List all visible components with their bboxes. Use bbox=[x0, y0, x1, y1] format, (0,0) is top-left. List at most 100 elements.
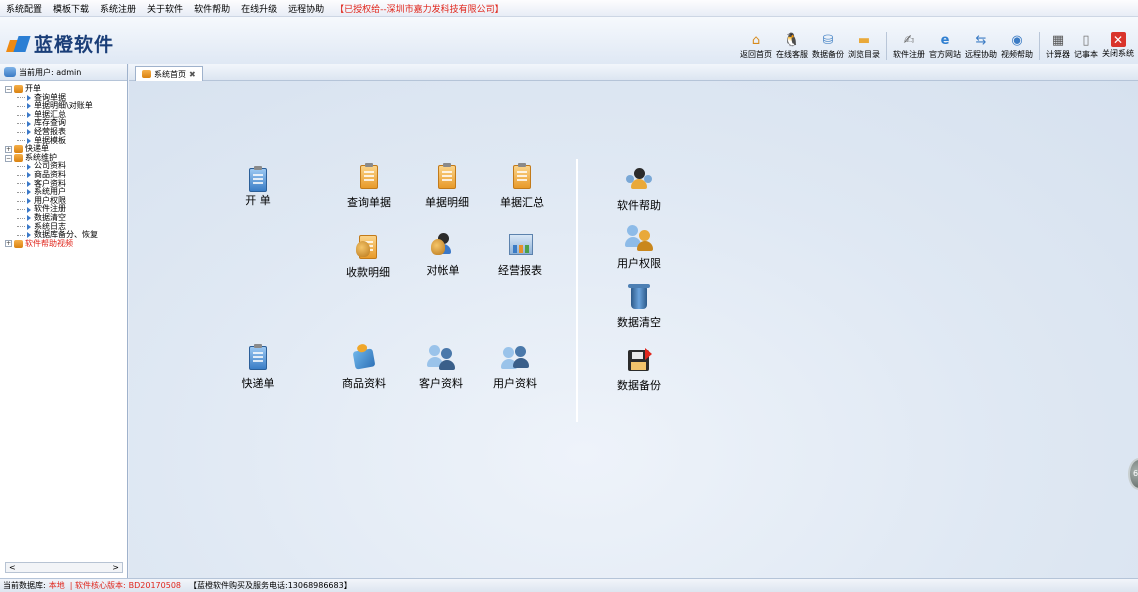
tab-home[interactable]: 系统首页 ✖ bbox=[135, 66, 203, 81]
express-order-button[interactable]: 快递单 bbox=[223, 344, 293, 391]
trash-bin-icon bbox=[625, 283, 653, 311]
official-site-label: 官方网站 bbox=[929, 50, 961, 59]
horizontal-scrollbar[interactable]: < > bbox=[5, 562, 123, 573]
menu-about[interactable]: 关于软件 bbox=[147, 2, 183, 15]
tree-item-stock[interactable]: 库存查询 bbox=[5, 119, 127, 128]
menu-system-config[interactable]: 系统配置 bbox=[6, 2, 42, 15]
reconcile-person-icon bbox=[429, 231, 457, 259]
tree-item-detail[interactable]: 单据明细\对账单 bbox=[5, 102, 127, 111]
arrow-icon bbox=[27, 232, 31, 239]
tree-item-system-user[interactable]: 系统用户 bbox=[5, 188, 127, 197]
query-orders-label: 查询单据 bbox=[347, 196, 391, 209]
home-button[interactable]: ⌂ 返回首页 bbox=[740, 32, 772, 60]
order-summary-button[interactable]: 单据汇总 bbox=[487, 163, 557, 210]
order-detail-button[interactable]: 单据明细 bbox=[412, 163, 482, 210]
folder-icon: ▬ bbox=[857, 32, 871, 48]
data-backup-label: 数据备份 bbox=[812, 50, 844, 59]
floppy-save-icon bbox=[625, 346, 653, 374]
expand-toggle[interactable]: + bbox=[5, 240, 12, 248]
user-info-button[interactable]: 用户资料 bbox=[480, 344, 550, 391]
software-register-label: 软件注册 bbox=[893, 50, 925, 59]
tree-node-express[interactable]: + 快递单 bbox=[5, 145, 127, 154]
menu-template-download[interactable]: 模板下载 bbox=[53, 2, 89, 15]
user-permission-button[interactable]: 用户权限 bbox=[604, 224, 674, 271]
data-backup-dashboard-button[interactable]: 数据备份 bbox=[604, 346, 674, 393]
calculator-label: 计算器 bbox=[1046, 50, 1070, 59]
arrow-icon bbox=[27, 163, 31, 170]
customer-info-label: 客户资料 bbox=[419, 377, 463, 390]
close-system-button[interactable]: ✕ 关闭系统 bbox=[1102, 32, 1134, 59]
tree-item-customer[interactable]: 客户资料 bbox=[5, 179, 127, 189]
customer-info-button[interactable]: 客户资料 bbox=[406, 344, 476, 391]
tree-item-permission[interactable]: 用户权限 bbox=[5, 196, 127, 206]
kaidan-button[interactable]: 开 单 bbox=[223, 166, 293, 208]
toolbar-separator bbox=[886, 32, 887, 60]
arrow-icon bbox=[27, 223, 31, 230]
permission-users-icon bbox=[625, 224, 653, 252]
tab-strip: 系统首页 ✖ bbox=[129, 64, 1138, 81]
data-backup-button[interactable]: ⛁ 数据备份 bbox=[812, 32, 844, 60]
arrow-icon bbox=[27, 103, 31, 110]
home-icon: ⌂ bbox=[751, 32, 761, 48]
home-tab-icon bbox=[142, 70, 151, 78]
remote-assist-button[interactable]: ⇆ 远程协助 bbox=[965, 32, 997, 60]
navigation-panel: 当前用户: admin − 开单 查询单据 单据明细\对账单 单据汇总 库存查询 … bbox=[0, 64, 128, 578]
close-system-label: 关闭系统 bbox=[1102, 49, 1134, 58]
notepad-button[interactable]: ▯ 记事本 bbox=[1074, 32, 1098, 60]
menu-help[interactable]: 软件帮助 bbox=[194, 2, 230, 15]
tree-node-maintenance[interactable]: − 系统维护 bbox=[5, 153, 127, 163]
online-service-button[interactable]: 🐧 在线客服 bbox=[776, 32, 808, 60]
calculator-button[interactable]: ▦ 计算器 bbox=[1046, 32, 1070, 60]
section-divider bbox=[576, 159, 578, 422]
video-help-button[interactable]: ◉ 视频帮助 bbox=[1001, 32, 1033, 60]
user-info-label: 用户资料 bbox=[493, 377, 537, 390]
tree-item-goods[interactable]: 商品资料 bbox=[5, 170, 127, 180]
qq-penguin-icon: 🐧 bbox=[783, 32, 801, 48]
tab-home-label: 系统首页 bbox=[154, 69, 186, 79]
order-detail-label: 单据明细 bbox=[425, 196, 469, 209]
payment-detail-button[interactable]: 收款明细 bbox=[333, 233, 403, 280]
current-user-header: 当前用户: admin bbox=[0, 64, 127, 81]
scroll-left-icon[interactable]: < bbox=[9, 563, 16, 572]
software-register-button[interactable]: ✍ 软件注册 bbox=[893, 32, 925, 60]
tree-item-template[interactable]: 单据模板 bbox=[5, 136, 127, 146]
tree-item-clear[interactable]: 数据清空 bbox=[5, 213, 127, 223]
menu-remote-assist[interactable]: 远程协助 bbox=[288, 2, 324, 15]
goods-info-button[interactable]: 商品资料 bbox=[329, 344, 399, 391]
tree-item-summary[interactable]: 单据汇总 bbox=[5, 110, 127, 120]
video-help-label: 视频帮助 bbox=[1001, 50, 1033, 59]
reconcile-label: 对帐单 bbox=[426, 264, 460, 277]
tree-item-report[interactable]: 经营报表 bbox=[5, 127, 127, 137]
software-help-label: 软件帮助 bbox=[617, 199, 661, 212]
tree-item-company[interactable]: 公司资料 bbox=[5, 162, 127, 171]
expand-toggle[interactable]: + bbox=[5, 145, 12, 153]
folder-icon bbox=[14, 85, 23, 94]
scroll-right-icon[interactable]: > bbox=[112, 563, 119, 572]
tree-item-register[interactable]: 软件注册 bbox=[5, 205, 127, 214]
collapse-toggle[interactable]: − bbox=[5, 85, 12, 93]
data-clear-button[interactable]: 数据清空 bbox=[604, 283, 674, 330]
software-help-button[interactable]: 软件帮助 bbox=[604, 166, 674, 213]
official-site-button[interactable]: e 官方网站 bbox=[929, 32, 961, 60]
express-doc-icon bbox=[244, 344, 272, 372]
data-clear-label: 数据清空 bbox=[617, 316, 661, 329]
reconcile-button[interactable]: 对帐单 bbox=[408, 231, 478, 278]
calculator-icon: ▦ bbox=[1051, 32, 1065, 48]
business-report-label: 经营报表 bbox=[498, 264, 542, 277]
collapse-toggle[interactable]: − bbox=[5, 154, 12, 162]
query-orders-button[interactable]: 查询单据 bbox=[334, 163, 404, 210]
version-value: BD20170508 bbox=[128, 581, 182, 590]
tree-node-help-video[interactable]: + 软件帮助视频 bbox=[5, 239, 127, 249]
menu-system-register[interactable]: 系统注册 bbox=[100, 2, 136, 15]
logo-mark-icon bbox=[6, 35, 31, 53]
goods-info-label: 商品资料 bbox=[342, 377, 386, 390]
menu-bar: 系统配置 模板下载 系统注册 关于软件 软件帮助 在线升级 远程协助 【已授权给… bbox=[0, 0, 1138, 17]
arrow-icon bbox=[27, 198, 31, 205]
tab-close-icon[interactable]: ✖ bbox=[189, 70, 196, 79]
user-icon bbox=[4, 67, 16, 77]
online-service-label: 在线客服 bbox=[776, 50, 808, 59]
menu-online-upgrade[interactable]: 在线升级 bbox=[241, 2, 277, 15]
tree-node-kaidan[interactable]: − 开单 bbox=[5, 84, 127, 94]
business-report-button[interactable]: 经营报表 bbox=[485, 231, 555, 278]
browse-folder-button[interactable]: ▬ 浏览目录 bbox=[848, 32, 880, 60]
